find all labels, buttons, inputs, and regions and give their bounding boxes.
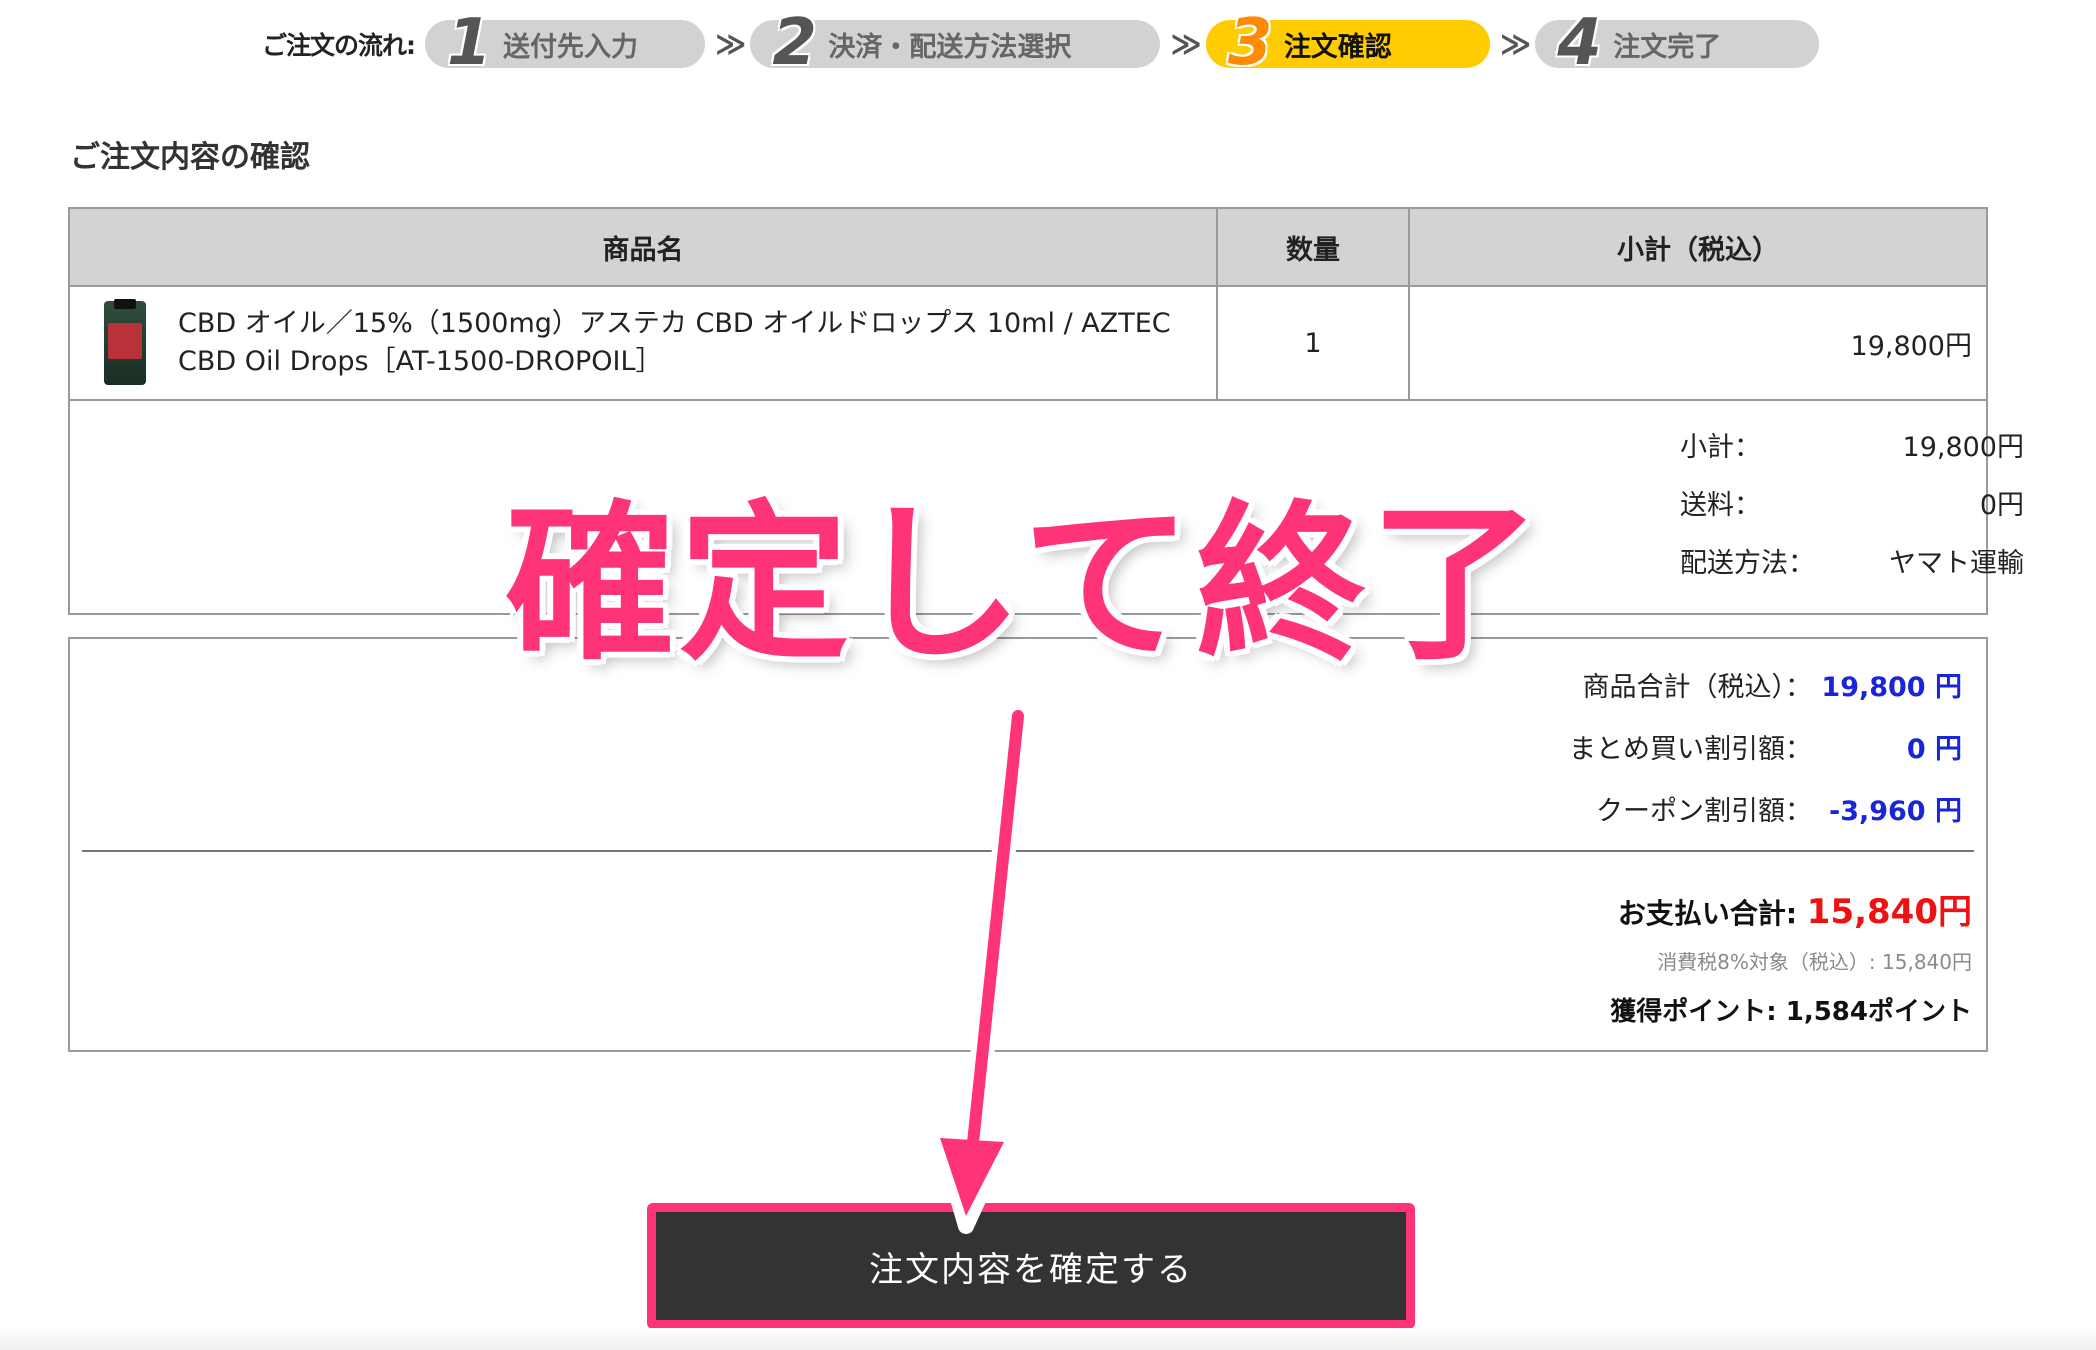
annotation-arrow-icon	[930, 704, 1030, 1234]
